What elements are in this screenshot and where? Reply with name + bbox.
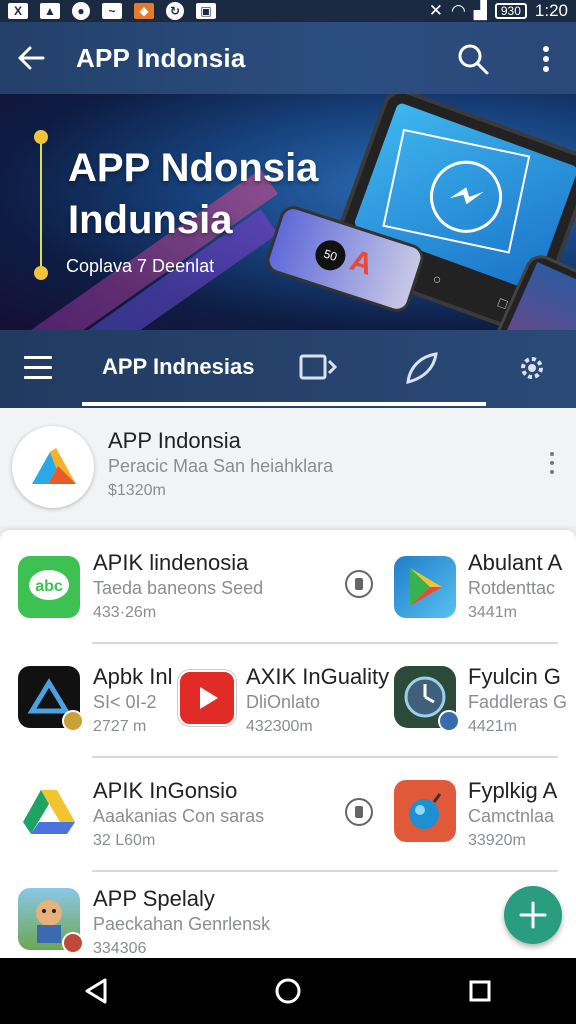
system-nav-bar (0, 958, 576, 1024)
tab-active[interactable]: APP Indnesias (102, 354, 254, 380)
app-size: 433·26m (93, 604, 157, 621)
featured-app[interactable]: APP Indonsia Peracic Maa San heiahklara … (0, 408, 576, 526)
page-title: APP Indonsia (76, 42, 246, 73)
app-size: 2727 m (93, 718, 147, 735)
menu-icon[interactable] (24, 356, 52, 380)
ap-logo-icon: A (346, 243, 377, 282)
leaf-tab-icon[interactable] (402, 350, 442, 386)
promo-banner[interactable]: APP Ndonsia Indunsia Coplava 7 Deenlat ◁… (0, 94, 576, 330)
list-item[interactable]: Apbk Inl SI< 0I-2 2727 m (0, 644, 173, 756)
featured-description: Peracic Maa San heiahklara (108, 456, 334, 476)
nav-recents-icon[interactable] (460, 971, 500, 1011)
app-description: Taeda baneons Seed (93, 578, 264, 598)
search-icon[interactable] (456, 42, 490, 76)
more-vert-icon[interactable] (534, 42, 558, 76)
youtube-play-icon (178, 670, 236, 726)
app-description: SI< 0I-2 (93, 692, 157, 712)
wifi-icon: ◠ (450, 1, 466, 20)
download-icon[interactable] (345, 570, 373, 598)
delta-logo-icon (18, 666, 84, 732)
record-icon: ● (72, 2, 90, 20)
app-description: Camctnlaa (468, 806, 555, 826)
tab-bar: APP Indnesias (0, 330, 576, 408)
app-description: Aaakanias Con saras (93, 806, 265, 826)
app-name: Abulant A (468, 550, 563, 575)
nav-back-icon[interactable] (76, 971, 116, 1011)
banner-subtitle: Coplava 7 Deenlat (66, 256, 215, 276)
settings-tab-icon[interactable] (514, 350, 554, 386)
app-size: 432300m (246, 718, 313, 735)
app-size: 32 L60m (93, 832, 156, 849)
download-icon[interactable] (345, 798, 373, 826)
list-row: abc APIK lindenosia Taeda baneons Seed 4… (0, 530, 576, 644)
clock-icon (394, 666, 460, 732)
tab-indicator (82, 402, 486, 406)
cartoon-character-icon (18, 888, 84, 954)
svg-text:abc: abc (35, 578, 63, 595)
sync-icon: ↻ (166, 2, 184, 20)
add-fab-button[interactable] (504, 886, 562, 944)
bomb-game-icon (394, 780, 456, 842)
image-icon: ▲ (40, 3, 60, 19)
mute-icon: ✕ (428, 1, 443, 20)
status-bar: X ▲ ● ~ ◆ ↻ ▣ ✕ ◠ ▟ 930 1:20 (0, 0, 576, 22)
app-description: Paeckahan Genrlensk (93, 914, 271, 934)
app-name: Apbk Inl (93, 664, 173, 689)
timeline-dot (34, 130, 48, 144)
signal-icon: ▟ (473, 1, 487, 20)
timeline-dot (34, 266, 48, 280)
app-name: APP Spelaly (93, 886, 215, 911)
more-vert-icon[interactable] (546, 452, 558, 482)
logo-icon: 50 (311, 236, 350, 275)
app-list: abc APIK lindenosia Taeda baneons Seed 4… (0, 530, 576, 958)
list-row: APIK InGonsio Aaakanias Con saras 32 L60… (0, 758, 576, 872)
list-item[interactable]: abc APIK lindenosia Taeda baneons Seed 4… (0, 530, 380, 642)
app-bar: APP Indonsia (0, 22, 576, 94)
video-tab-icon[interactable] (298, 350, 338, 386)
drive-icon (18, 780, 80, 842)
clock-time: 1:20 (534, 1, 568, 20)
app-size: 4421m (468, 718, 517, 735)
app-name: APIK lindenosia (93, 550, 249, 575)
app-name: AXIK InGuality (246, 664, 390, 689)
app-logo-icon (12, 426, 94, 508)
list-item[interactable]: AXIK InGuality DliOnlato 432300m (170, 644, 389, 756)
back-arrow-icon[interactable] (0, 22, 62, 94)
list-row: Apbk Inl SI< 0I-2 2727 m AXIK InGuality … (0, 644, 576, 758)
badge-icon (62, 710, 84, 732)
app-description: Rotdenttac (468, 578, 556, 598)
list-item[interactable]: Fyplkig A Camctnlaa 33920m (380, 758, 576, 870)
shopping-icon: ▣ (196, 3, 216, 19)
x-icon: X (8, 3, 28, 19)
app-name: Fyulcin G (468, 664, 561, 689)
play-store-icon (394, 556, 456, 618)
featured-title: APP Indonsia (108, 428, 241, 453)
app-description: Faddleras G (468, 692, 568, 712)
app-size: 334306 (93, 940, 147, 957)
battery-icon: 930 (494, 3, 527, 19)
app-size: 3441m (468, 604, 517, 621)
badge-icon (438, 710, 460, 732)
app-size: 33920m (468, 832, 526, 849)
chat-abc-icon: abc (18, 556, 80, 618)
photo-icon: ~ (102, 3, 122, 19)
list-row: APP Spelaly Paeckahan Genrlensk 334306 (0, 872, 576, 958)
app-name: APIK InGonsio (93, 778, 238, 803)
list-item[interactable]: APP Spelaly Paeckahan Genrlensk 334306 (0, 872, 440, 958)
timeline-line (40, 134, 42, 274)
nav-home-icon[interactable] (268, 971, 308, 1011)
featured-size: $1320m (108, 482, 166, 499)
app-name: Fyplkig A (468, 778, 558, 803)
badge-icon (62, 932, 84, 954)
list-item[interactable]: APIK InGonsio Aaakanias Con saras 32 L60… (0, 758, 380, 870)
app-description: DliOnlato (246, 692, 321, 712)
list-item[interactable]: Fyulcin G Faddleras G 4421m (380, 644, 576, 756)
fox-icon: ◆ (134, 3, 154, 19)
list-item[interactable]: Abulant A Rotdenttac 3441m (380, 530, 576, 642)
